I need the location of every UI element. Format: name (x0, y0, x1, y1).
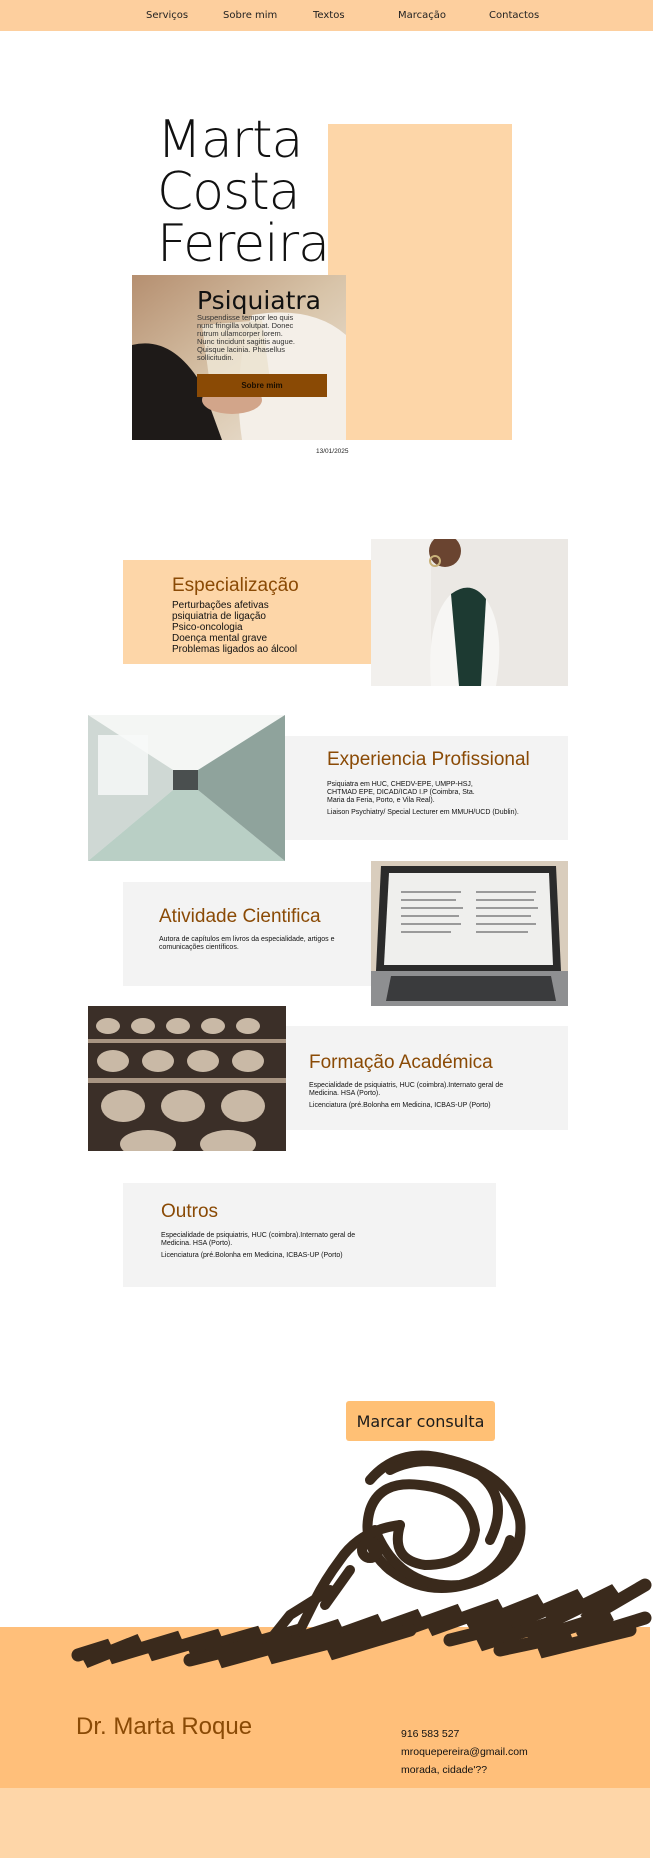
list-item: psiquiatria de ligação (172, 611, 266, 622)
list-item: Problemas ligados ao álcool (172, 644, 298, 655)
footer-email[interactable]: mroquepereira@gmail.com (401, 1743, 528, 1761)
nav-contactos[interactable]: Contactos (489, 10, 539, 21)
footer-contact: 916 583 527 mroquepereira@gmail.com mora… (401, 1725, 528, 1779)
hero-name: Marta Costa Fereira (157, 110, 330, 274)
doctor-photo (371, 535, 568, 686)
footer-name: Dr. Marta Roque (76, 1713, 253, 1740)
outros-text-1: Especialidade de psiquiatris, HUC (coimb… (161, 1232, 356, 1247)
hero-name-line-3: Fereira (157, 214, 330, 274)
especializacao-list: Perturbações afetivas psiquiatria de lig… (172, 600, 299, 655)
list-item: Perturbações afetivas (172, 600, 269, 611)
formacao-text-2: Licenciatura (pré.Bolonha em Medicina, I… (309, 1102, 491, 1109)
nav-marcacao[interactable]: Marcação (398, 10, 446, 21)
experiencia-text-1: Psiquiatra em HUC, CHEDV-EPE, UMPP-HSJ, … (327, 781, 475, 804)
list-item: Psico-oncologia (172, 622, 243, 633)
top-nav: Serviços Sobre mim Textos Marcação Conta… (0, 0, 653, 31)
nav-sobre-mim[interactable]: Sobre mim (223, 10, 277, 21)
hero-name-line-1: Marta (157, 110, 303, 170)
hero-color-block (328, 124, 512, 440)
atividade-title: Atividade Cientifica (159, 906, 321, 927)
footer-phone: 916 583 527 (401, 1728, 460, 1740)
atividade-content: Atividade Cientifica Autora de capítulos… (159, 906, 359, 952)
experiencia-text-2: Liaison Psychiatry/ Special Lecturer em … (327, 809, 519, 816)
experiencia-content: Experiencia Profissional Psiquiatra em H… (327, 749, 547, 817)
outros-content: Outros Especialidade de psiquiatris, HUC… (161, 1201, 401, 1260)
lecture-hall-photo (88, 1006, 286, 1158)
formacao-text-1: Especialidade de psiquiatris, HUC (coimb… (309, 1082, 504, 1097)
nav-textos[interactable]: Textos (313, 10, 345, 21)
formacao-title: Formação Académica (309, 1052, 493, 1073)
hero-subtitle: Psiquiatra (197, 286, 321, 315)
about-me-button[interactable]: Sobre mim (197, 374, 327, 397)
outros-title: Outros (161, 1201, 219, 1222)
list-item: Doença mental grave (172, 633, 268, 644)
atividade-text: Autora de capítulos em livros da especia… (159, 936, 335, 951)
footer-bottom-band (0, 1788, 650, 1858)
formacao-content: Formação Académica Especialidade de psiq… (309, 1052, 549, 1110)
scribble-illustration (70, 1440, 653, 1680)
especializacao-title: Especialização (172, 575, 299, 596)
hero-date: 13/01/2025 (316, 448, 349, 455)
book-appointment-button[interactable]: Marcar consulta (346, 1401, 495, 1441)
outros-text-2: Licenciatura (pré.Bolonha em Medicina, I… (161, 1252, 343, 1259)
footer-address: morada, cidade'?? (401, 1764, 488, 1776)
hero-description: Suspendisse tempor leo quis nunc fringil… (197, 313, 295, 362)
laptop-photo (371, 861, 568, 1006)
experiencia-title: Experiencia Profissional (327, 749, 530, 770)
corridor-photo (88, 715, 285, 861)
hero-name-line-2: Costa (157, 162, 300, 222)
especializacao-content: Especialização Perturbações afetivas psi… (172, 575, 299, 655)
nav-servicos[interactable]: Serviços (146, 10, 188, 21)
